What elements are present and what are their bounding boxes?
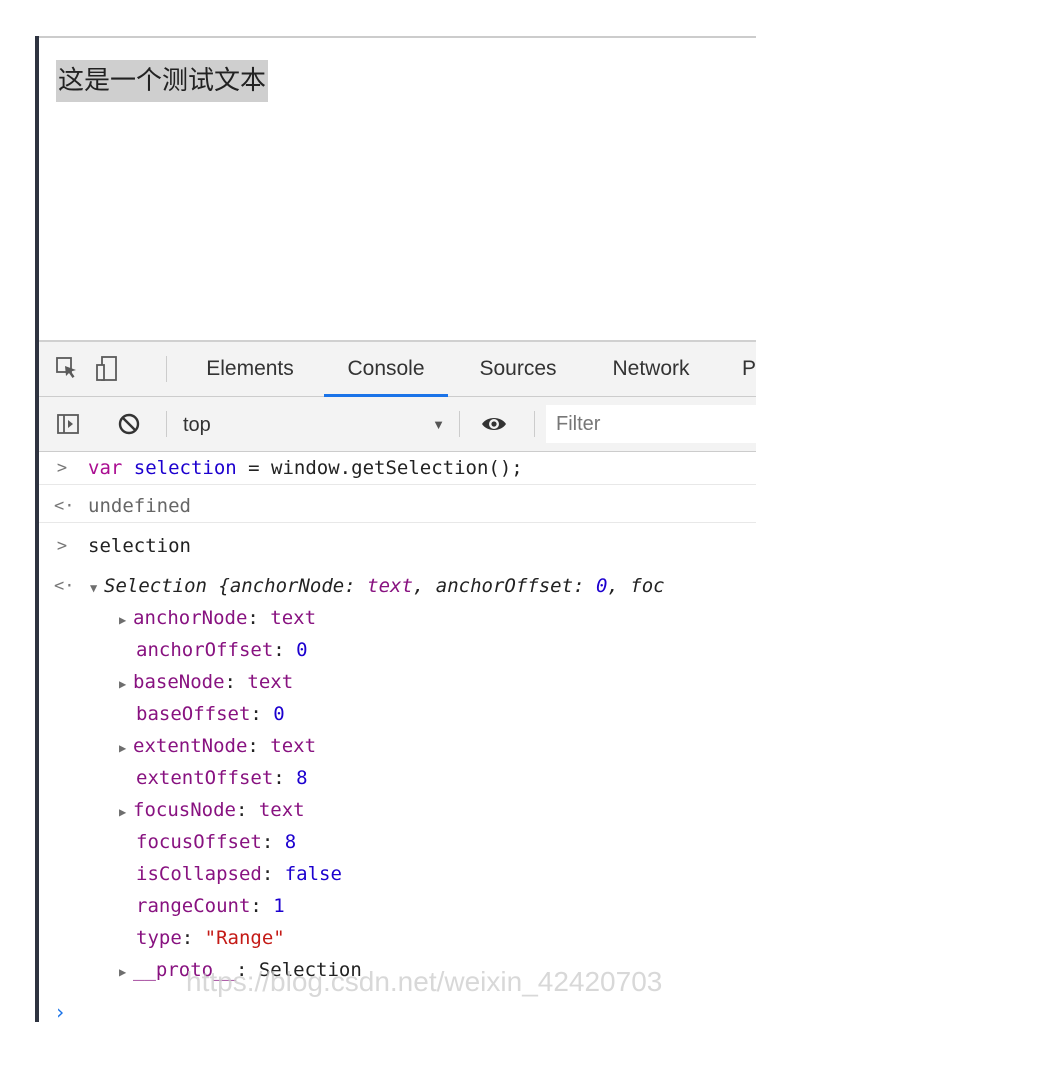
property-row: type: "Range" — [136, 927, 285, 949]
property-row: focusOffset: 8 — [136, 831, 297, 853]
property-value: 0 — [296, 639, 308, 661]
js-expression: = window.getSelection(); — [236, 457, 523, 479]
property-key: rangeCount — [136, 895, 251, 917]
property-row[interactable]: ▶ baseNode: text — [119, 666, 293, 698]
toolbar-separator — [166, 356, 167, 382]
property-value: 8 — [296, 767, 308, 789]
property-row[interactable]: ▶ focusNode: text — [119, 794, 305, 826]
property-value: text — [258, 799, 305, 821]
property-value: 0 — [273, 703, 285, 725]
expand-triangle-icon[interactable]: ▶ — [119, 796, 133, 828]
console-toolbar: top ▼ — [39, 397, 756, 452]
inspect-element-icon[interactable] — [55, 356, 79, 380]
page-viewport: 这是一个测试文本 — [39, 38, 756, 340]
property-row[interactable]: ▶ anchorNode: text — [119, 602, 316, 634]
property-value: text — [247, 671, 294, 693]
device-toolbar-icon[interactable] — [95, 356, 119, 381]
context-selector[interactable]: top ▼ — [183, 410, 445, 440]
js-variable: selection — [133, 457, 237, 479]
object-summary-line[interactable]: <· ▼ Selection {anchorNode: text, anchorO… — [39, 570, 756, 602]
tab-console[interactable]: Console — [324, 342, 448, 397]
console-input-line: > selection — [39, 530, 756, 562]
property-row: extentOffset: 8 — [136, 767, 308, 789]
result-arrow-icon: <· — [54, 576, 75, 596]
property-row[interactable]: ▶ __proto__: Selection — [119, 954, 362, 986]
js-keyword: var — [88, 457, 123, 479]
property-value: "Range" — [204, 927, 285, 949]
result-arrow-icon: <· — [54, 496, 75, 516]
property-row: rangeCount: 1 — [136, 895, 285, 917]
property-key: anchorOffset — [136, 639, 274, 661]
input-prompt-icon: > — [56, 458, 68, 478]
property-key: extentOffset — [136, 767, 274, 789]
expand-triangle-icon[interactable]: ▶ — [119, 604, 133, 636]
js-expression: selection — [88, 535, 191, 557]
expand-triangle-icon[interactable]: ▶ — [119, 668, 133, 700]
tab-network[interactable]: Network — [604, 342, 698, 396]
tab-sources[interactable]: Sources — [475, 342, 561, 396]
property-row: baseOffset: 0 — [136, 703, 285, 725]
property-value: text — [270, 735, 317, 757]
property-key: __proto__ — [133, 959, 236, 981]
tab-overflow[interactable]: P — [742, 342, 756, 396]
toolbar-separator — [534, 411, 535, 437]
toolbar-separator — [459, 411, 460, 437]
property-value: 8 — [284, 831, 297, 853]
clear-console-icon[interactable] — [117, 412, 141, 436]
console-input-line: > var selection = window.getSelection(); — [39, 452, 756, 485]
console-result-line: <· undefined — [39, 490, 756, 523]
console-output: > var selection = window.getSelection();… — [39, 452, 756, 1022]
live-expression-eye-icon[interactable] — [480, 412, 506, 436]
sidebar-toggle-icon[interactable] — [56, 412, 80, 436]
property-row: anchorOffset: 0 — [136, 639, 308, 661]
property-key: focusOffset — [136, 831, 262, 853]
property-key: baseNode — [133, 671, 225, 693]
property-value: 1 — [273, 895, 285, 917]
browser-window: 这是一个测试文本 Elements Console Sources Networ… — [35, 36, 756, 1022]
property-value: false — [284, 863, 342, 885]
expanded-triangle-icon[interactable]: ▼ — [90, 572, 104, 604]
console-prompt-icon[interactable]: › — [54, 996, 66, 1022]
property-key: extentNode — [133, 735, 248, 757]
dropdown-arrow-icon: ▼ — [432, 417, 445, 432]
property-value: Selection — [258, 959, 362, 981]
property-row: isCollapsed: false — [136, 863, 342, 885]
selected-page-text[interactable]: 这是一个测试文本 — [56, 60, 269, 102]
toolbar-separator — [166, 411, 167, 437]
expand-triangle-icon[interactable]: ▶ — [119, 732, 133, 764]
input-prompt-icon: > — [56, 536, 68, 556]
result-value: undefined — [88, 495, 191, 517]
property-row[interactable]: ▶ extentNode: text — [119, 730, 316, 762]
devtools-panel: Elements Console Sources Network P top ▼ — [39, 342, 756, 1022]
expand-triangle-icon[interactable]: ▶ — [119, 956, 133, 988]
context-selector-value: top — [183, 414, 211, 436]
property-key: anchorNode — [133, 607, 248, 629]
devtools-tabbar: Elements Console Sources Network P — [39, 342, 756, 397]
console-filter-input[interactable] — [546, 405, 756, 443]
property-value: text — [270, 607, 317, 629]
property-key: focusNode — [133, 799, 236, 821]
property-key: isCollapsed — [136, 863, 262, 885]
tab-elements[interactable]: Elements — [202, 342, 298, 396]
property-key: baseOffset — [136, 703, 251, 725]
property-key: type — [136, 927, 182, 949]
